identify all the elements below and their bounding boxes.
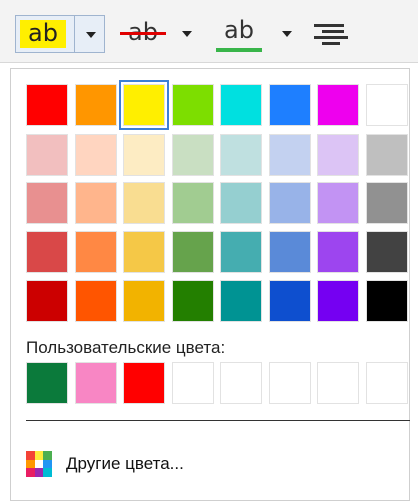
custom-color-swatch[interactable] bbox=[365, 362, 408, 404]
more-colors-label: Другие цвета... bbox=[66, 454, 184, 473]
underline-icon: ab bbox=[224, 16, 254, 44]
color-swatch[interactable] bbox=[74, 280, 117, 322]
color-swatch[interactable] bbox=[365, 182, 408, 224]
color-swatch[interactable] bbox=[365, 84, 408, 126]
chevron-down-icon[interactable] bbox=[182, 31, 192, 37]
paragraph-icon bbox=[314, 24, 348, 45]
paragraph-format-button[interactable] bbox=[306, 15, 358, 53]
highlight-color-button[interactable]: ab bbox=[15, 15, 105, 53]
color-swatch[interactable] bbox=[220, 84, 262, 126]
color-swatch[interactable] bbox=[220, 231, 262, 273]
color-palette-icon bbox=[26, 451, 52, 477]
color-swatch[interactable] bbox=[365, 134, 408, 176]
color-swatch[interactable] bbox=[317, 84, 359, 126]
custom-color-swatch[interactable] bbox=[26, 362, 68, 404]
color-swatch[interactable] bbox=[74, 84, 117, 126]
color-swatch[interactable] bbox=[268, 280, 311, 322]
color-swatch[interactable] bbox=[74, 134, 117, 176]
highlight-icon: ab bbox=[20, 20, 66, 48]
color-swatch[interactable] bbox=[220, 182, 262, 224]
color-swatch[interactable] bbox=[171, 84, 214, 126]
color-swatch[interactable] bbox=[317, 231, 359, 273]
custom-color-swatch[interactable] bbox=[268, 362, 311, 404]
color-swatch[interactable] bbox=[171, 280, 214, 322]
color-swatch[interactable] bbox=[123, 280, 165, 322]
color-swatch[interactable] bbox=[26, 280, 68, 322]
divider bbox=[26, 420, 410, 421]
color-swatch[interactable] bbox=[26, 134, 68, 176]
color-swatch[interactable] bbox=[268, 231, 311, 273]
color-swatch[interactable] bbox=[365, 280, 408, 322]
color-swatch[interactable] bbox=[317, 182, 359, 224]
chevron-down-icon[interactable] bbox=[282, 31, 292, 37]
color-swatch[interactable] bbox=[365, 231, 408, 273]
color-swatch[interactable] bbox=[26, 231, 68, 273]
color-swatch[interactable] bbox=[119, 80, 169, 130]
custom-color-swatch[interactable] bbox=[220, 362, 262, 404]
color-swatch[interactable] bbox=[220, 280, 262, 322]
strikethrough-line bbox=[120, 32, 166, 35]
underline-button[interactable]: ab bbox=[208, 15, 300, 53]
formatting-toolbar: ab ab ab bbox=[0, 0, 418, 63]
color-swatch[interactable] bbox=[26, 182, 68, 224]
custom-color-swatch[interactable] bbox=[74, 362, 117, 404]
color-swatch[interactable] bbox=[317, 134, 359, 176]
color-swatch[interactable] bbox=[74, 182, 117, 224]
custom-color-swatch[interactable] bbox=[317, 362, 359, 404]
color-swatch[interactable] bbox=[171, 231, 214, 273]
color-swatch[interactable] bbox=[268, 134, 311, 176]
color-swatch[interactable] bbox=[171, 182, 214, 224]
custom-color-swatch[interactable] bbox=[171, 362, 214, 404]
custom-colors-label: Пользовательские цвета: bbox=[26, 338, 226, 357]
color-swatch[interactable] bbox=[317, 280, 359, 322]
strikethrough-button[interactable]: ab bbox=[112, 15, 200, 53]
color-swatch[interactable] bbox=[26, 84, 68, 126]
color-swatch[interactable] bbox=[74, 231, 117, 273]
color-swatch[interactable] bbox=[268, 182, 311, 224]
color-swatch[interactable] bbox=[171, 134, 214, 176]
color-swatch[interactable] bbox=[220, 134, 262, 176]
color-swatch[interactable] bbox=[268, 84, 311, 126]
chevron-down-icon[interactable] bbox=[86, 32, 96, 38]
color-swatch[interactable] bbox=[123, 182, 165, 224]
split-button-separator bbox=[74, 16, 75, 52]
color-swatch[interactable] bbox=[123, 134, 165, 176]
color-swatch[interactable] bbox=[123, 231, 165, 273]
more-colors-button[interactable]: Другие цвета... bbox=[26, 448, 184, 480]
custom-color-swatch[interactable] bbox=[123, 362, 165, 404]
underline-bar bbox=[216, 48, 262, 52]
